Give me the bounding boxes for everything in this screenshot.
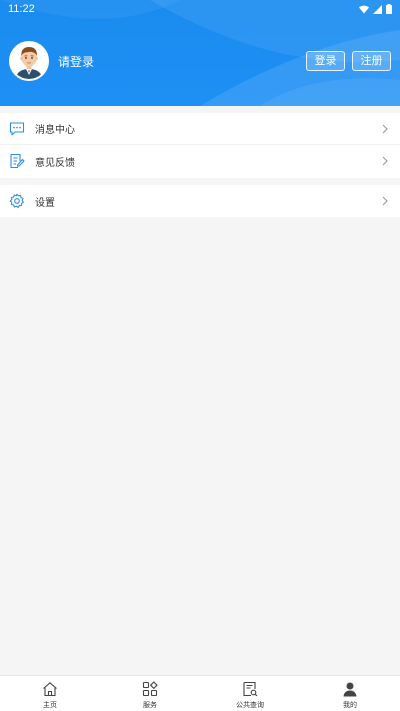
- battery-icon: [386, 4, 392, 14]
- signal-icon: [373, 4, 382, 14]
- status-bar: 11:22: [0, 0, 400, 18]
- feedback-icon: [10, 153, 25, 169]
- menu-group-main: 消息中心 意见反馈: [0, 113, 400, 178]
- tab-services[interactable]: 服务: [100, 676, 200, 711]
- chevron-right-icon: [382, 196, 388, 206]
- tab-label: 我的: [343, 701, 357, 709]
- menu-item-label: 意见反馈: [35, 157, 75, 169]
- register-button[interactable]: 注册: [352, 51, 391, 71]
- home-icon: [43, 682, 57, 697]
- menu-item-settings[interactable]: 设置: [0, 185, 400, 217]
- tab-label: 主页: [43, 701, 57, 709]
- tab-mine[interactable]: 我的: [300, 676, 400, 711]
- tab-home[interactable]: 主页: [0, 676, 100, 711]
- status-time: 11:22: [8, 3, 35, 15]
- login-button[interactable]: 登录: [306, 51, 345, 71]
- profile-header: 11:22 请登录 登录 注册: [0, 0, 400, 106]
- person-icon: [343, 682, 357, 697]
- menu-item-label: 消息中心: [35, 125, 75, 136]
- tab-label: 服务: [143, 701, 157, 709]
- wifi-icon: [359, 5, 369, 13]
- login-prompt[interactable]: 请登录: [58, 53, 94, 70]
- search-document-icon: [243, 681, 258, 697]
- tab-label: 公共查询: [236, 701, 264, 709]
- avatar-image: [11, 43, 47, 79]
- grid-icon: [142, 681, 158, 697]
- menu-item-feedback[interactable]: 意见反馈: [0, 145, 400, 177]
- menu-group-settings: 设置: [0, 185, 400, 217]
- gear-icon: [9, 193, 24, 208]
- message-icon: [9, 122, 25, 136]
- tab-public-query[interactable]: 公共查询: [200, 676, 300, 711]
- chevron-right-icon: [382, 124, 388, 134]
- avatar[interactable]: [9, 41, 49, 81]
- menu-item-messages[interactable]: 消息中心: [0, 113, 400, 145]
- bottom-tab-bar: 主页 服务 公共查询 我的: [0, 675, 400, 711]
- menu-item-label: 设置: [35, 197, 55, 209]
- chevron-right-icon: [382, 156, 388, 166]
